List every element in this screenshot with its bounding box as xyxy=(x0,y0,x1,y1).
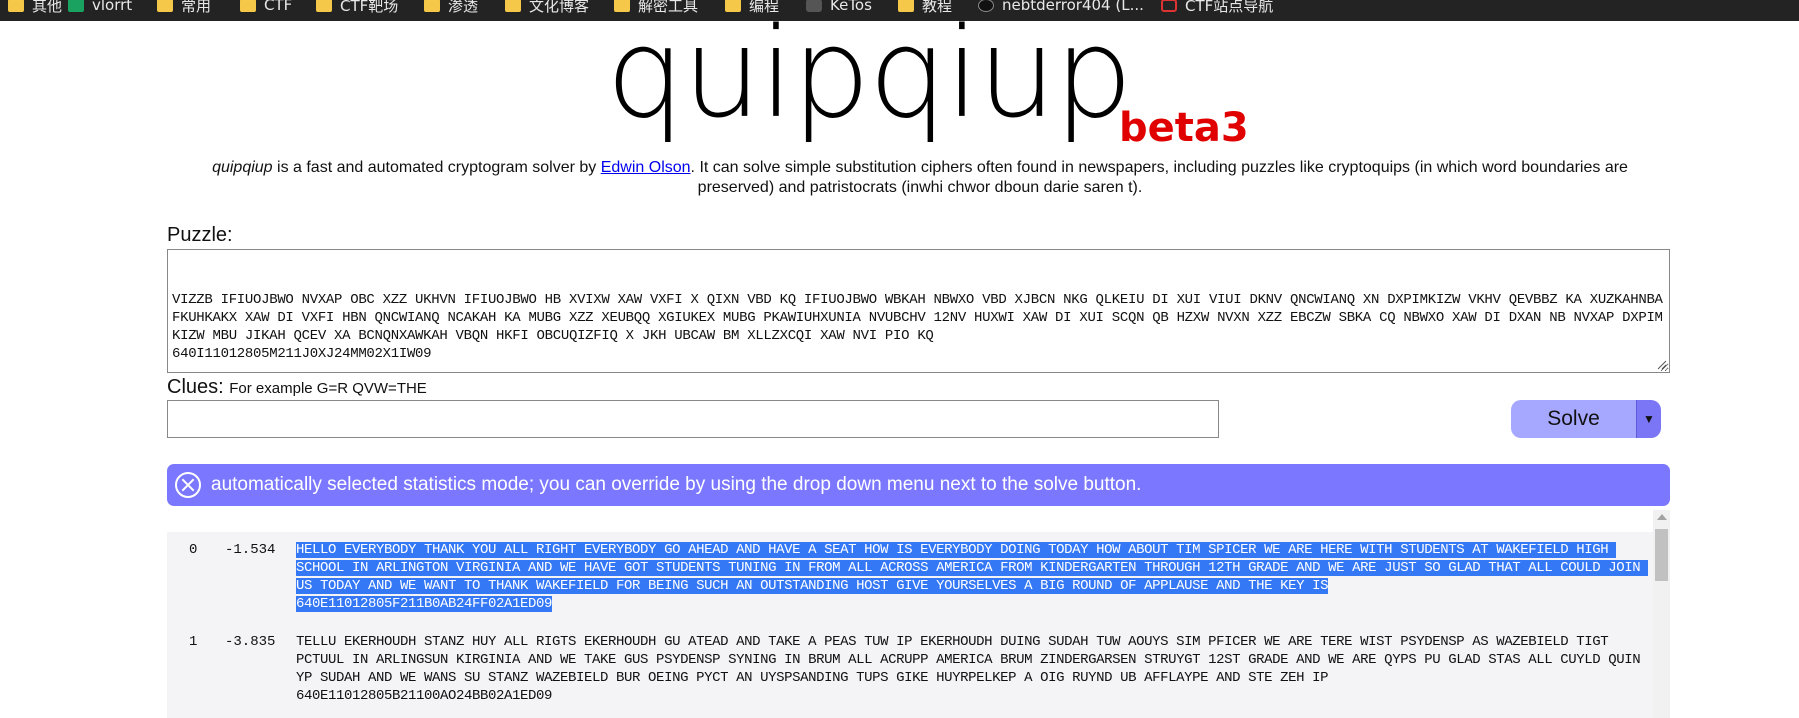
result-score: -1.534 xyxy=(225,542,276,558)
folder-icon xyxy=(316,0,332,12)
bookmark-blog[interactable]: 文化博客 xyxy=(505,0,589,15)
bookmark-ctf-nav[interactable]: CTF站点导航 xyxy=(1161,0,1273,15)
bookmark-other[interactable]: 其他 xyxy=(8,0,62,15)
bookmark-ctf[interactable]: CTF xyxy=(240,0,292,14)
scroll-up-icon[interactable] xyxy=(1657,514,1667,520)
folder-icon xyxy=(157,0,173,12)
result-text[interactable]: TELLU EKERHOUDH STANZ HUY ALL RIGTS EKER… xyxy=(296,633,1646,705)
clues-input[interactable] xyxy=(167,400,1219,438)
info-banner: automatically selected statistics mode; … xyxy=(167,464,1670,506)
beta-badge: beta3 xyxy=(1119,105,1249,151)
folder-icon xyxy=(505,0,521,12)
banner-text: automatically selected statistics mode; … xyxy=(211,474,1142,495)
results-scrollbar[interactable] xyxy=(1653,510,1670,718)
dropdown-arrow-icon: ▼ xyxy=(1643,412,1655,426)
app-name: quipqiup xyxy=(212,159,273,176)
solve-button[interactable]: Solve xyxy=(1511,400,1636,438)
folder-icon xyxy=(8,0,24,12)
result-index: 0 xyxy=(189,542,198,558)
sheet-icon xyxy=(68,0,84,12)
clues-hint: For example G=R QVW=THE xyxy=(229,380,427,397)
result-text[interactable]: HELLO EVERYBODY THANK YOU ALL RIGHT EVER… xyxy=(296,541,1649,613)
bookmark-ctf-range[interactable]: CTF靶场 xyxy=(316,0,398,15)
solve-button-group: Solve ▼ xyxy=(1511,400,1661,438)
site-logo: quipqiup xyxy=(606,2,1133,146)
result-score: -3.835 xyxy=(225,634,276,650)
folder-icon xyxy=(424,0,440,12)
bookmark-common[interactable]: 常用 xyxy=(157,0,211,15)
selected-result-text: HELLO EVERYBODY THANK YOU ALL RIGHT EVER… xyxy=(296,542,1649,612)
author-link[interactable]: Edwin Olson xyxy=(601,159,691,176)
results-list: 0 -1.534 HELLO EVERYBODY THANK YOU ALL R… xyxy=(167,532,1653,718)
puzzle-textarea[interactable]: VIZZB IFIUOJBWO NVXAP OBC XZZ UKHVN IFIU… xyxy=(167,249,1670,373)
folder-icon xyxy=(240,0,256,12)
resize-grip-icon[interactable] xyxy=(1657,360,1667,370)
scrollbar-thumb[interactable] xyxy=(1655,529,1668,581)
site-description: quipqiup is a fast and automated cryptog… xyxy=(212,159,1628,196)
result-index: 1 xyxy=(189,634,198,650)
puzzle-label: Puzzle: xyxy=(167,224,233,246)
bookmark-vlorrt[interactable]: vlorrt xyxy=(68,0,132,14)
ctf-icon xyxy=(1161,0,1177,12)
bookmark-pentest[interactable]: 渗透 xyxy=(424,0,478,15)
close-icon[interactable] xyxy=(175,472,201,498)
puzzle-text: VIZZB IFIUOJBWO NVXAP OBC XZZ UKHVN IFIU… xyxy=(172,292,1663,362)
solve-mode-dropdown[interactable]: ▼ xyxy=(1636,400,1661,438)
clues-label: Clues: For example G=R QVW=THE xyxy=(167,376,427,398)
